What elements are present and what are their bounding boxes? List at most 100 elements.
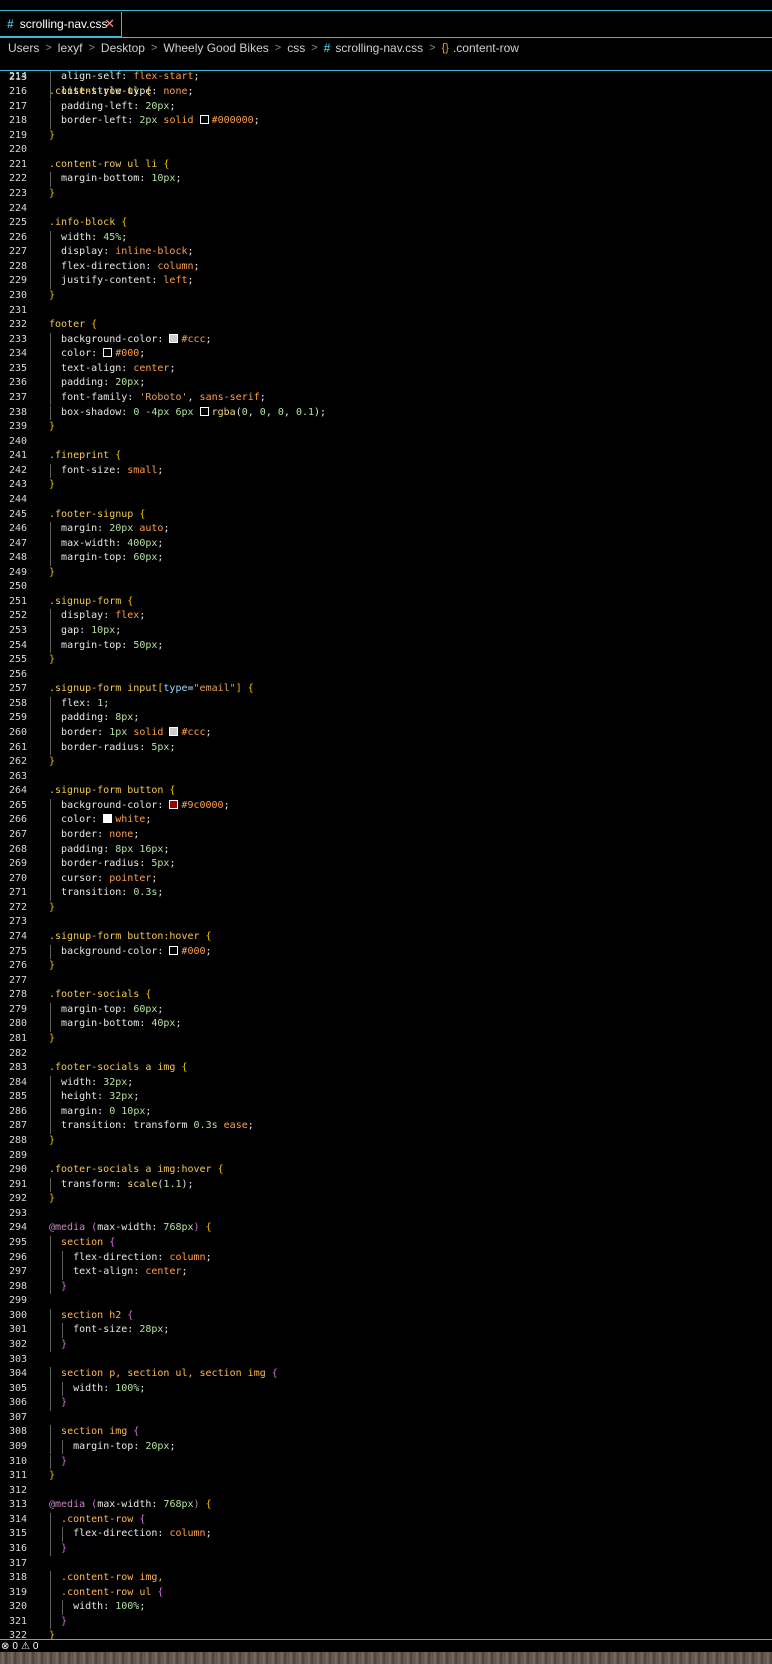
code-line[interactable]: 299 bbox=[0, 1294, 772, 1309]
code-line[interactable]: 313 @media (max-width: 768px) { bbox=[0, 1498, 772, 1513]
code-line[interactable]: 280 margin-bottom: 40px; bbox=[0, 1017, 772, 1032]
code-line[interactable]: 264 .signup-form button { bbox=[0, 784, 772, 799]
code-line[interactable]: 260 border: 1px solid #ccc; bbox=[0, 726, 772, 741]
code-line[interactable]: 300 section h2 { bbox=[0, 1308, 772, 1324]
status-bar[interactable]: ⊗ 0 ⚠ 0 bbox=[0, 1639, 772, 1652]
code-line[interactable]: 246 margin: 20px auto; bbox=[0, 522, 772, 537]
code-line[interactable]: 297 text-align: center; bbox=[0, 1265, 772, 1280]
code-line[interactable]: 318 .content-row img, bbox=[0, 1571, 772, 1586]
code-line[interactable]: 225 .info-block { bbox=[0, 216, 772, 231]
breadcrumb-item-symbol[interactable]: .content-row bbox=[453, 41, 519, 55]
code-line[interactable]: 286 margin: 0 10px; bbox=[0, 1104, 772, 1120]
close-icon[interactable]: ✕ bbox=[104, 16, 115, 32]
code-line[interactable]: 273 bbox=[0, 915, 772, 930]
color-swatch[interactable] bbox=[169, 333, 179, 343]
code-line[interactable]: 255} bbox=[0, 653, 772, 668]
code-line[interactable]: 231 bbox=[0, 304, 772, 319]
color-swatch[interactable] bbox=[103, 348, 113, 358]
code-line[interactable]: 249} bbox=[0, 566, 772, 581]
code-line[interactable]: 239} bbox=[0, 420, 772, 435]
code-line[interactable]: 256 bbox=[0, 668, 772, 683]
code-line[interactable]: 276} bbox=[0, 959, 772, 974]
code-line[interactable]: 314 .content-row { bbox=[0, 1512, 772, 1528]
code-line[interactable]: 237 font-family: 'Roboto', sans-serif; bbox=[0, 390, 772, 406]
code-line[interactable]: 242 font-size: small; bbox=[0, 463, 772, 479]
code-line[interactable]: 216 list-style-type: none; bbox=[0, 84, 772, 100]
code-line[interactable]: 306 } bbox=[0, 1396, 772, 1411]
code-line[interactable]: 223} bbox=[0, 187, 772, 202]
code-line[interactable]: 234 color: #000; bbox=[0, 347, 772, 362]
color-swatch[interactable] bbox=[199, 406, 209, 416]
code-line[interactable]: 230} bbox=[0, 289, 772, 304]
code-line[interactable]: 274 .signup-form button:hover { bbox=[0, 930, 772, 945]
code-line[interactable]: 229 justify-content: left; bbox=[0, 274, 772, 289]
code-line[interactable]: 278 .footer-socials { bbox=[0, 988, 772, 1003]
code-editor[interactable]: 213 .content-row ul { 214 align-self: fl… bbox=[0, 56, 772, 1639]
code-line[interactable]: 304 section p, section ul, section img { bbox=[0, 1367, 772, 1382]
code-line[interactable]: 232 footer { bbox=[0, 318, 772, 333]
code-line[interactable]: 309 margin-top: 20px; bbox=[0, 1439, 772, 1455]
code-line[interactable]: 222 margin-bottom: 10px; bbox=[0, 172, 772, 187]
code-line[interactable]: 272} bbox=[0, 901, 772, 916]
code-line[interactable]: 322} bbox=[0, 1629, 772, 1639]
code-line[interactable]: 217 padding-left: 20px; bbox=[0, 99, 772, 115]
code-line[interactable]: 265 background-color: #9c0000; bbox=[0, 798, 772, 814]
code-line[interactable]: 226 width: 45%; bbox=[0, 230, 772, 246]
code-line[interactable]: 279 margin-top: 60px; bbox=[0, 1002, 772, 1018]
code-line[interactable]: 288} bbox=[0, 1134, 772, 1149]
color-swatch[interactable] bbox=[199, 115, 209, 125]
code-line[interactable]: 317 bbox=[0, 1557, 772, 1572]
code-line[interactable]: 315 flex-direction: column; bbox=[0, 1527, 772, 1542]
sticky-scroll-line[interactable]: 213 .content-row ul { bbox=[0, 56, 772, 98]
code-line[interactable]: 259 padding: 8px; bbox=[0, 711, 772, 726]
code-line[interactable]: 224 bbox=[0, 202, 772, 217]
code-line[interactable]: 311} bbox=[0, 1469, 772, 1484]
code-line[interactable]: 243} bbox=[0, 478, 772, 493]
code-line[interactable]: 291 transform: scale(1.1); bbox=[0, 1177, 772, 1193]
code-line[interactable]: 312 bbox=[0, 1484, 772, 1499]
code-line[interactable]: 277 bbox=[0, 974, 772, 989]
code-line[interactable]: 250 bbox=[0, 580, 772, 595]
code-line[interactable]: 258 flex: 1; bbox=[0, 696, 772, 712]
code-line[interactable]: 319 .content-row ul { bbox=[0, 1585, 772, 1601]
code-line[interactable]: 320 width: 100%; bbox=[0, 1600, 772, 1615]
code-line[interactable]: 294 @media (max-width: 768px) { bbox=[0, 1221, 772, 1236]
code-line[interactable]: 303 bbox=[0, 1353, 772, 1368]
code-line[interactable]: 283 .footer-socials a img { bbox=[0, 1061, 772, 1076]
code-line[interactable]: 267 border: none; bbox=[0, 828, 772, 843]
code-line[interactable]: 214 align-self: flex-start; bbox=[0, 70, 772, 85]
code-line[interactable]: 270 cursor: pointer; bbox=[0, 871, 772, 887]
code-line[interactable]: 308 section img { bbox=[0, 1425, 772, 1440]
breadcrumb-item-file[interactable]: scrolling-nav.css bbox=[335, 41, 423, 55]
code-line[interactable]: 247 max-width: 400px; bbox=[0, 536, 772, 552]
code-line[interactable]: 238 box-shadow: 0 -4px 6px rgba(0, 0, 0,… bbox=[0, 405, 772, 420]
code-line[interactable]: 310 } bbox=[0, 1454, 772, 1470]
code-line[interactable]: 245 .footer-signup { bbox=[0, 508, 772, 523]
code-line[interactable]: 261 border-radius: 5px; bbox=[0, 740, 772, 756]
code-line[interactable]: 302 } bbox=[0, 1337, 772, 1353]
code-line[interactable]: 298 } bbox=[0, 1279, 772, 1295]
color-swatch[interactable] bbox=[169, 727, 179, 737]
color-swatch[interactable] bbox=[169, 799, 179, 809]
code-line[interactable]: 293 bbox=[0, 1207, 772, 1222]
code-line[interactable]: 236 padding: 20px; bbox=[0, 376, 772, 391]
breadcrumb-item-users[interactable]: Users bbox=[8, 41, 39, 55]
code-line[interactable]: 235 text-align: center; bbox=[0, 361, 772, 377]
code-line[interactable]: 282 bbox=[0, 1047, 772, 1062]
code-line[interactable]: 284 width: 32px; bbox=[0, 1075, 772, 1091]
code-line[interactable]: 292} bbox=[0, 1192, 772, 1207]
code-line[interactable]: 221 .content-row ul li { bbox=[0, 158, 772, 173]
code-line[interactable]: 244 bbox=[0, 493, 772, 508]
code-line[interactable]: 281} bbox=[0, 1032, 772, 1047]
code-line[interactable]: 287 transition: transform 0.3s ease; bbox=[0, 1119, 772, 1134]
code-line[interactable]: 266 color: white; bbox=[0, 813, 772, 828]
breadcrumb-item-desktop[interactable]: Desktop bbox=[101, 41, 145, 55]
breadcrumb-item-css[interactable]: css bbox=[287, 41, 305, 55]
breadcrumb-item-project[interactable]: Wheely Good Bikes bbox=[163, 41, 268, 55]
code-line[interactable]: 257 .signup-form input[type="email"] { bbox=[0, 682, 772, 697]
code-line[interactable]: 262} bbox=[0, 755, 772, 770]
tab-scrolling-nav-css[interactable]: # scrolling-nav.css ✕ bbox=[0, 12, 122, 37]
code-line[interactable]: 321 } bbox=[0, 1614, 772, 1630]
code-line[interactable]: 275 background-color: #000; bbox=[0, 944, 772, 960]
code-line[interactable]: 248 margin-top: 60px; bbox=[0, 551, 772, 566]
